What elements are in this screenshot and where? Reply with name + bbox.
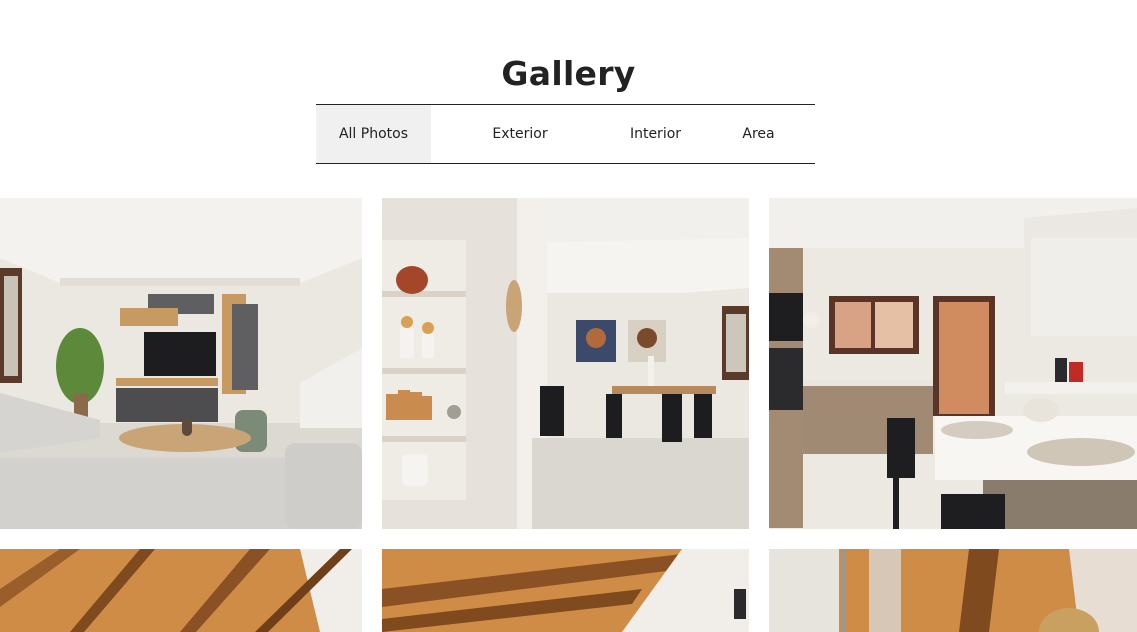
gallery-filter-tabs: All Photos Exterior Interior Area [316, 104, 815, 164]
gallery-photo-dining-room[interactable] [382, 198, 749, 529]
tab-area[interactable]: Area [702, 105, 815, 163]
gallery-photo-wood-ceiling-2[interactable] [382, 549, 749, 632]
tab-all-photos[interactable]: All Photos [316, 105, 431, 163]
gallery-photo-wood-ceiling-1[interactable] [0, 549, 362, 632]
gallery-photo-wood-ceiling-3[interactable] [769, 549, 1137, 632]
page-title: Gallery [501, 54, 636, 94]
gallery-photo-living-room[interactable] [0, 198, 362, 529]
gallery-photo-kitchen[interactable] [769, 198, 1137, 529]
tab-interior[interactable]: Interior [609, 105, 702, 163]
tab-exterior[interactable]: Exterior [431, 105, 609, 163]
